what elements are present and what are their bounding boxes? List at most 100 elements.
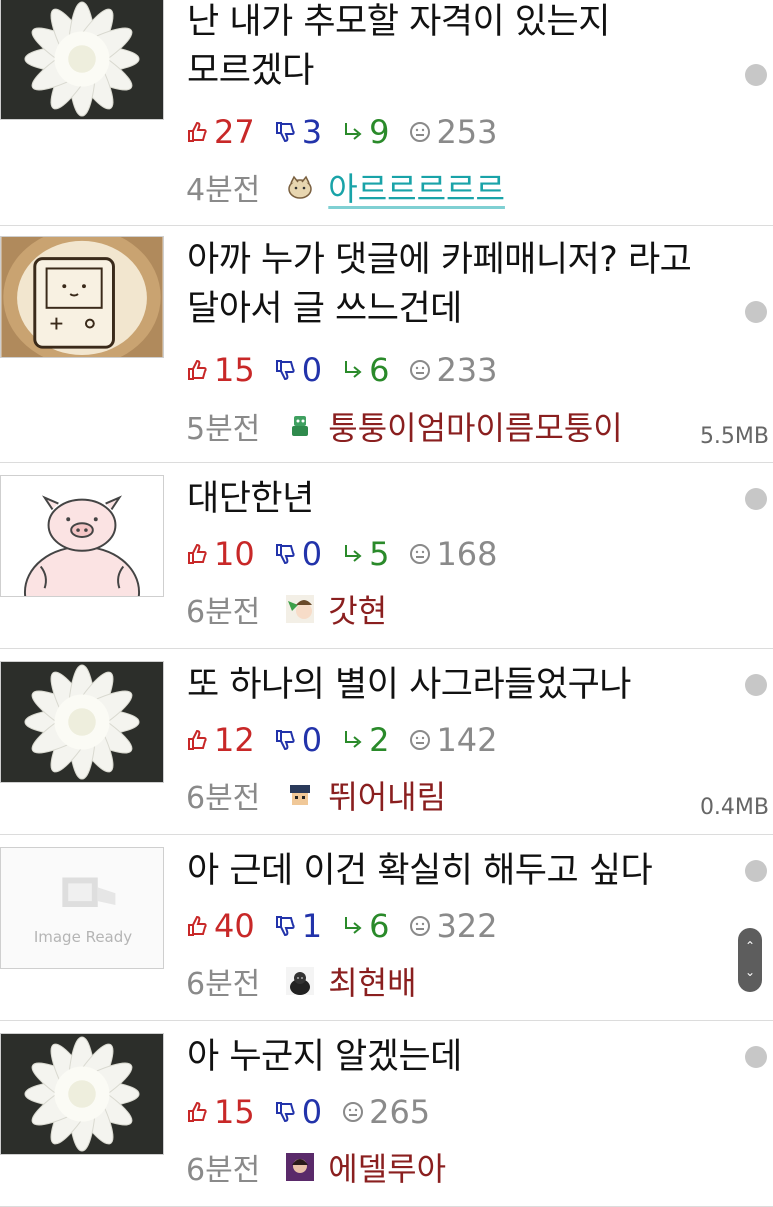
downvote-count: 1 bbox=[274, 907, 322, 945]
downvote-count: 0 bbox=[274, 1093, 322, 1131]
post-stats: 27 3 9 253 bbox=[186, 112, 517, 152]
unread-dot bbox=[745, 860, 767, 882]
chevron-up-icon: ⌃ bbox=[744, 939, 756, 953]
post-item[interactable]: 대단한년 10 0 5 168 6분전 갓현 bbox=[0, 463, 773, 649]
upvote-count: 40 bbox=[186, 907, 255, 945]
post-title[interactable]: 아 누군지 알겠는데 bbox=[187, 1033, 703, 1082]
cat-avatar[interactable] bbox=[286, 173, 314, 201]
post-stats: 15 0 265 bbox=[186, 1092, 449, 1132]
downvote-count: 0 bbox=[274, 721, 322, 759]
unread-dot bbox=[745, 1046, 767, 1068]
post-thumbnail-placeholder[interactable]: Image Ready bbox=[0, 847, 164, 969]
reply-arrow-icon bbox=[345, 545, 362, 562]
view-count-icon bbox=[343, 1102, 364, 1122]
post-item[interactable]: 아 누군지 알겠는데 15 0 265 6분전 에델루아 bbox=[0, 1021, 773, 1207]
unread-dot bbox=[745, 674, 767, 696]
author-name[interactable]: 퉁퉁이엄마이름모퉁이 bbox=[328, 403, 622, 449]
reply-count: 6 bbox=[341, 351, 389, 389]
view-count: 265 bbox=[341, 1093, 430, 1131]
post-title[interactable]: 또 하나의 별이 사그라들었구나 bbox=[187, 661, 703, 710]
reply-arrow-icon bbox=[345, 123, 362, 140]
post-thumbnail-latte-art[interactable] bbox=[0, 236, 164, 358]
author-name[interactable]: 갓현 bbox=[328, 586, 387, 632]
post-title[interactable]: 난 내가 추모할 자격이 있는지 모르겠다 bbox=[187, 0, 703, 96]
upvote-count: 12 bbox=[186, 721, 255, 759]
post-meta: 5분전 퉁퉁이엄마이름모퉁이 bbox=[186, 403, 623, 449]
upvote-count: 27 bbox=[186, 113, 255, 151]
post-meta: 6분전 최현배 bbox=[186, 958, 417, 1004]
post-meta: 6분전 갓현 bbox=[186, 586, 387, 632]
reply-arrow-icon bbox=[345, 731, 362, 748]
portrait-avatar[interactable] bbox=[286, 1153, 315, 1181]
reply-count: 9 bbox=[341, 113, 389, 151]
thumbs-down-icon bbox=[275, 360, 295, 381]
author-name[interactable]: 최현배 bbox=[328, 958, 416, 1004]
unread-dot bbox=[745, 488, 767, 510]
post-item[interactable]: 또 하나의 별이 사그라들었구나 12 0 2 142 6분전 뛰어내림 0.4… bbox=[0, 649, 773, 835]
post-title[interactable]: 아 근데 이건 확실히 해두고 싶다 bbox=[187, 847, 703, 896]
gorilla-avatar[interactable] bbox=[286, 967, 315, 995]
reply-count: 2 bbox=[341, 721, 389, 759]
view-count-icon bbox=[410, 730, 431, 750]
downvote-count: 3 bbox=[274, 113, 322, 151]
reply-count: 6 bbox=[341, 907, 389, 945]
view-count: 233 bbox=[408, 351, 498, 389]
thumbs-down-icon bbox=[275, 544, 295, 565]
thumbs-up-icon bbox=[188, 121, 207, 142]
view-count-icon bbox=[410, 360, 431, 380]
thumbs-down-icon bbox=[275, 122, 295, 143]
post-stats: 40 1 6 322 bbox=[186, 906, 517, 946]
view-count: 168 bbox=[408, 535, 498, 573]
thumbs-up-icon bbox=[188, 359, 207, 380]
thumbs-up-icon bbox=[188, 729, 207, 750]
view-count: 253 bbox=[408, 113, 498, 151]
post-item[interactable]: Image Ready 아 근데 이건 확실히 해두고 싶다 40 1 6 32… bbox=[0, 835, 773, 1021]
post-item[interactable]: 아까 누가 댓글에 카페매니저? 라고 달아서 글 쓰느건데 15 0 6 23… bbox=[0, 226, 773, 463]
scroll-button[interactable]: ⌃ ⌄ bbox=[738, 928, 762, 992]
post-stats: 10 0 5 168 bbox=[186, 534, 517, 574]
attachment-size: 5.5MB bbox=[699, 424, 769, 449]
post-time: 6분전 bbox=[186, 781, 261, 816]
thumbs-up-icon bbox=[188, 543, 207, 564]
author-name[interactable]: 아르르르르르 bbox=[328, 164, 505, 210]
thumbs-down-icon bbox=[275, 1102, 295, 1123]
upvote-count: 10 bbox=[186, 535, 255, 573]
attachment-size: 0.4MB bbox=[699, 795, 769, 820]
view-count-icon bbox=[410, 122, 431, 142]
view-count: 322 bbox=[408, 907, 498, 945]
post-stats: 12 0 2 142 bbox=[186, 720, 517, 760]
post-stats: 15 0 6 233 bbox=[186, 350, 517, 390]
post-time: 6분전 bbox=[186, 967, 261, 1002]
unread-dot bbox=[745, 64, 767, 86]
upvote-count: 15 bbox=[186, 1093, 255, 1131]
post-item[interactable]: 난 내가 추모할 자격이 있는지 모르겠다 27 3 9 253 4분전 아르르… bbox=[0, 0, 773, 226]
post-time: 6분전 bbox=[186, 595, 261, 630]
image-ready-label: Image Ready bbox=[33, 928, 133, 946]
author-name[interactable]: 에델루아 bbox=[328, 1144, 446, 1190]
pixel-man-avatar[interactable] bbox=[286, 781, 314, 809]
post-thumbnail-chrysanthemum[interactable] bbox=[0, 661, 164, 783]
post-title[interactable]: 대단한년 bbox=[187, 475, 703, 524]
upvote-count: 15 bbox=[186, 351, 255, 389]
post-time: 6분전 bbox=[186, 1153, 261, 1188]
thumbs-up-icon bbox=[188, 1101, 207, 1122]
view-count-icon bbox=[410, 544, 431, 564]
post-list: 난 내가 추모할 자격이 있는지 모르겠다 27 3 9 253 4분전 아르르… bbox=[0, 0, 773, 1207]
post-thumbnail-chrysanthemum[interactable] bbox=[0, 0, 164, 120]
downvote-count: 0 bbox=[274, 535, 322, 573]
green-robot-avatar[interactable] bbox=[286, 412, 314, 440]
thumbs-down-icon bbox=[275, 916, 295, 937]
post-thumbnail-chrysanthemum[interactable] bbox=[0, 1033, 164, 1155]
post-time: 5분전 bbox=[186, 412, 261, 447]
unread-dot bbox=[745, 301, 767, 323]
chevron-down-icon: ⌄ bbox=[744, 965, 756, 979]
thumbs-down-icon bbox=[275, 730, 295, 751]
reply-count: 5 bbox=[341, 535, 389, 573]
post-title[interactable]: 아까 누가 댓글에 카페매니저? 라고 달아서 글 쓰느건데 bbox=[187, 236, 703, 334]
downvote-count: 0 bbox=[274, 351, 322, 389]
post-meta: 6분전 뛰어내림 bbox=[186, 772, 446, 818]
post-thumbnail-pig-drawing[interactable] bbox=[0, 475, 164, 597]
anime-avatar[interactable] bbox=[286, 595, 315, 623]
author-name[interactable]: 뛰어내림 bbox=[328, 772, 446, 818]
view-count-icon bbox=[410, 916, 431, 936]
